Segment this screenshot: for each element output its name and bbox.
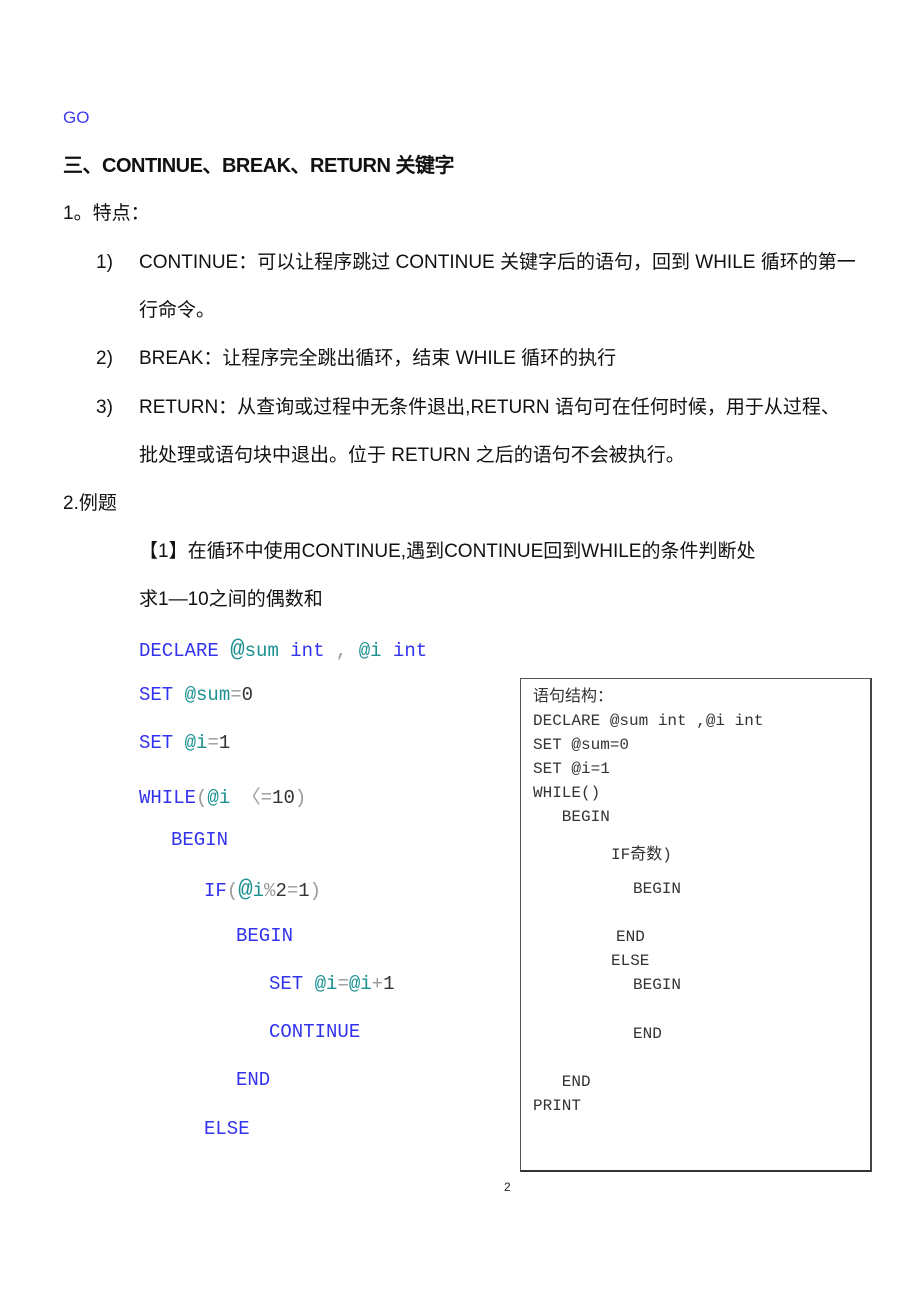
structure-line: DECLARE @sum int ,@i int — [533, 712, 764, 730]
statement-structure-box: 语句结构： DECLARE @sum int ,@i int SET @sum=… — [520, 678, 872, 1172]
code-keyword: WHILE — [139, 787, 197, 809]
go-statement: GO — [63, 108, 90, 127]
code-operator: % — [264, 880, 276, 902]
structure-line: BEGIN — [633, 976, 682, 994]
code-variable: @i — [314, 973, 338, 995]
code-keyword: IF — [204, 880, 227, 902]
code-line-if: IF(@i%2=1) — [204, 877, 321, 904]
structure-line: PRINT — [533, 1097, 582, 1115]
structure-box-title: 语句结构： — [533, 688, 614, 706]
example-title: 【1】在循环中使用CONTINUE,遇到CONTINUE回到WHILE的条件判断… — [139, 541, 756, 562]
code-literal: 1 — [218, 732, 231, 754]
structure-line: END — [533, 1073, 591, 1091]
code-operator: + — [371, 973, 384, 995]
code-line-end: END — [236, 1069, 271, 1091]
code-literal: 10 — [272, 787, 295, 809]
code-paren: ) — [309, 880, 322, 902]
code-keyword: SET — [139, 732, 174, 754]
code-line-set-increment: SET @i=@i+1 — [269, 973, 394, 995]
feature-text-continued: 批处理或语句块中退出。位于 RETURN 之后的语句不会被执行。 — [139, 445, 685, 466]
examples-heading: 2.例题 — [63, 493, 117, 514]
code-variable: i — [252, 880, 265, 902]
features-heading: 1。特点： — [63, 203, 150, 224]
feature-number: 2) — [96, 348, 113, 369]
structure-line: BEGIN — [533, 808, 610, 826]
page-number: 2 — [504, 1180, 511, 1194]
code-literal: 0 — [241, 684, 254, 706]
code-line-continue: CONTINUE — [269, 1021, 361, 1043]
structure-line: END — [633, 1025, 662, 1043]
example-task: 求1—10之间的偶数和 — [139, 589, 323, 610]
code-type: int — [392, 640, 428, 662]
structure-line: END — [616, 928, 645, 946]
code-line-while: WHILE(@i 〈=10) — [139, 782, 306, 809]
structure-line: WHILE() — [533, 784, 601, 802]
code-keyword: SET — [269, 973, 304, 995]
code-variable: @i — [358, 640, 382, 662]
structure-line: IF奇数) — [611, 846, 672, 864]
feature-number: 1) — [96, 252, 113, 273]
code-keyword: DECLARE — [139, 640, 219, 662]
code-variable: @i — [348, 973, 372, 995]
code-literal: 1 — [383, 973, 395, 995]
code-variable: @sum — [184, 684, 231, 706]
code-literal: 1 — [298, 880, 310, 902]
feature-number: 3) — [96, 397, 113, 418]
code-operator: = — [286, 880, 299, 902]
code-paren: ) — [294, 787, 307, 809]
code-line-set-i: SET @i=1 — [139, 732, 230, 754]
code-paren: ( — [226, 880, 239, 902]
structure-line: SET @sum=0 — [533, 736, 630, 754]
code-comma: , — [335, 640, 348, 662]
code-operator: = — [230, 684, 242, 706]
code-operator: = — [337, 973, 349, 995]
code-line-else: ELSE — [204, 1118, 250, 1140]
feature-text: BREAK：让程序完全跳出循环，结束 WHILE 循环的执行 — [139, 348, 617, 369]
code-operator: = — [207, 732, 219, 754]
feature-text: CONTINUE：可以让程序跳过 CONTINUE 关键字后的语句，回到 WHI… — [139, 252, 856, 273]
code-line-declare: DECLARE @sum int , @i int — [139, 637, 427, 664]
code-variable: @i — [184, 732, 208, 754]
structure-line: BEGIN — [633, 880, 682, 898]
feature-text-continued: 行命令。 — [139, 300, 216, 321]
code-variable: @i — [207, 787, 231, 809]
code-paren: ( — [196, 787, 208, 809]
code-at-sign: @ — [230, 637, 245, 664]
structure-line: SET @i=1 — [533, 760, 610, 778]
feature-text: RETURN：从查询或过程中无条件退出,RETURN 语句可在任何时候，用于从过… — [139, 397, 840, 418]
code-operator: 〈= — [241, 787, 273, 809]
code-variable: sum — [244, 640, 279, 662]
code-line-set-sum: SET @sum=0 — [139, 684, 253, 706]
code-at-sign: @ — [238, 877, 253, 904]
code-line-begin: BEGIN — [236, 925, 294, 947]
code-type: int — [290, 640, 325, 662]
code-line-begin: BEGIN — [171, 829, 229, 851]
section-title: 三、CONTINUE、BREAK、RETURN 关键字 — [63, 155, 454, 177]
code-literal: 2 — [275, 880, 287, 902]
structure-line: ELSE — [611, 952, 650, 970]
code-keyword: SET — [139, 684, 174, 706]
